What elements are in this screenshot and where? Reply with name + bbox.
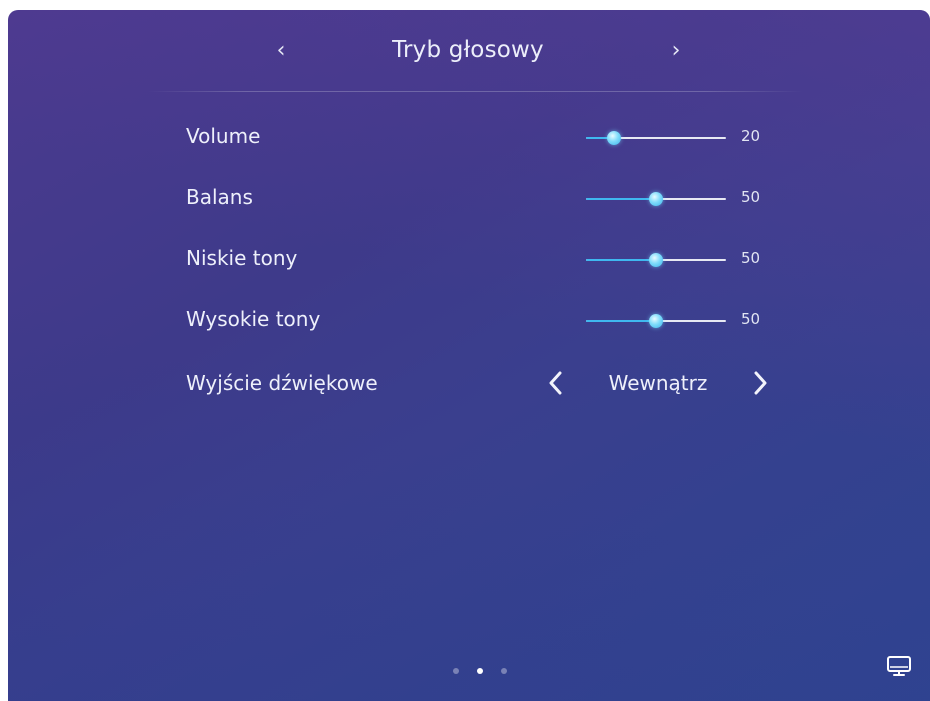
setting-row-treble: Wysokie tony 50 xyxy=(186,299,776,343)
sound-settings-panel: ‹ Tryb głosowy › Volume 20 Balans 50 Nis… xyxy=(8,10,930,701)
audio-output-value: Wewnątrz xyxy=(608,371,708,395)
slider-thumb[interactable] xyxy=(649,314,663,328)
setting-label-treble: Wysokie tony xyxy=(186,307,321,331)
chevron-right-icon[interactable] xyxy=(748,367,772,399)
volume-value: 20 xyxy=(741,127,761,145)
monitor-icon xyxy=(887,656,911,676)
balance-value: 50 xyxy=(741,188,761,206)
setting-row-volume: Volume 20 xyxy=(186,116,776,160)
bass-slider[interactable] xyxy=(586,253,726,267)
setting-row-bass: Niskie tony 50 xyxy=(186,238,776,282)
monitor-icon[interactable] xyxy=(886,655,912,677)
chevron-left-icon[interactable]: ‹ xyxy=(266,36,296,66)
bass-value: 50 xyxy=(741,249,761,267)
page-title: Tryb głosowy xyxy=(392,37,544,63)
setting-row-audio-output: Wyjście dźwiękowe Wewnątrz xyxy=(186,363,776,407)
chevron-right-icon xyxy=(754,371,767,395)
setting-label-bass: Niskie tony xyxy=(186,246,298,270)
chevron-left-icon[interactable] xyxy=(544,367,568,399)
volume-slider[interactable] xyxy=(586,131,726,145)
slider-thumb[interactable] xyxy=(607,131,621,145)
setting-label-audio-output: Wyjście dźwiękowe xyxy=(186,371,378,395)
treble-slider[interactable] xyxy=(586,314,726,328)
header-divider xyxy=(148,91,803,92)
page-dot[interactable] xyxy=(453,668,459,674)
page-dot[interactable] xyxy=(501,668,507,674)
setting-label-volume: Volume xyxy=(186,124,261,148)
chevron-right-icon[interactable]: › xyxy=(661,36,691,66)
slider-fill xyxy=(586,259,656,261)
slider-thumb[interactable] xyxy=(649,192,663,206)
chevron-left-icon xyxy=(549,371,562,395)
balance-slider[interactable] xyxy=(586,192,726,206)
header: ‹ Tryb głosowy › xyxy=(8,10,930,92)
slider-fill xyxy=(586,198,656,200)
setting-row-balance: Balans 50 xyxy=(186,177,776,221)
slider-fill xyxy=(586,320,656,322)
slider-thumb[interactable] xyxy=(649,253,663,267)
page-dot-active[interactable] xyxy=(477,668,483,674)
page-indicator xyxy=(445,665,515,677)
setting-label-balance: Balans xyxy=(186,185,253,209)
treble-value: 50 xyxy=(741,310,761,328)
